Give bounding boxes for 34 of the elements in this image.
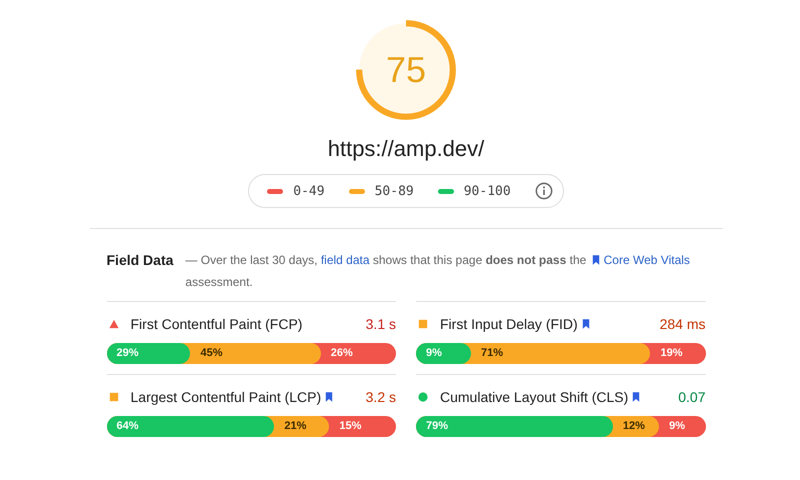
segment-label: 9% <box>669 419 686 434</box>
triangle-icon <box>108 319 118 329</box>
section-title: Field Data <box>106 251 174 270</box>
metric-value: 0.07 <box>678 389 706 405</box>
score-value: 75 <box>384 48 428 92</box>
metric-name: Largest Contentful Paint (LCP) <box>130 389 322 405</box>
segment-label: 9% <box>426 346 442 361</box>
info-icon[interactable] <box>534 182 553 200</box>
metric-value: 3.1 s <box>366 316 396 332</box>
square-icon <box>418 319 428 329</box>
square-icon <box>108 392 118 402</box>
circle-icon <box>418 392 428 402</box>
legend-label: 50-89 <box>374 184 414 198</box>
metric-value: 3.2 s <box>366 389 396 405</box>
metric-name: First Input Delay (FID) <box>440 316 578 332</box>
segment-label: 26% <box>330 346 353 361</box>
segment-label: 45% <box>200 346 222 361</box>
segment-label: 79% <box>426 419 448 434</box>
legend-label: 90-100 <box>464 184 511 198</box>
segment-label: 71% <box>481 346 504 361</box>
metric-value: 284 ms <box>660 316 706 332</box>
segment-label: 19% <box>660 346 683 361</box>
link[interactable]: field data <box>320 253 370 267</box>
segment-label: 21% <box>284 419 306 434</box>
metric-name: First Contentful Paint (FCP) <box>130 316 302 332</box>
segment-label: 29% <box>116 346 139 361</box>
page-url: https://amp.dev/ <box>328 136 484 162</box>
segment-label: 12% <box>622 419 645 434</box>
metric-name: Cumulative Layout Shift (CLS) <box>440 389 628 405</box>
segment-label: 64% <box>116 419 139 434</box>
segment-label: 15% <box>339 419 362 434</box>
field-data-description: — Over the last 30 days, field data shows that this page does not pass the Core Web Vitals assessment. <box>185 252 691 291</box>
legend-label: 0-49 <box>293 184 325 198</box>
link[interactable]: Core Web Vitals <box>590 253 690 267</box>
